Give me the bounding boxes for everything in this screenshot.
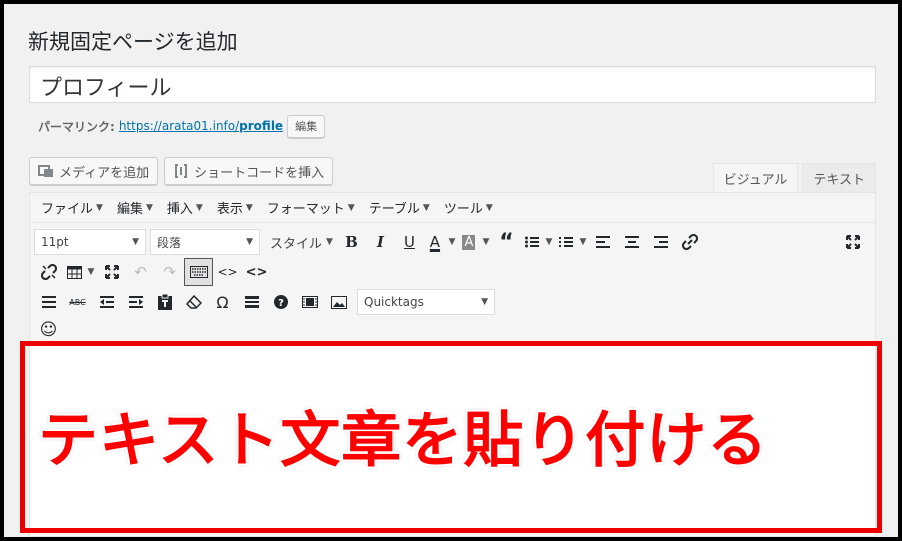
chevron-down-icon: ▼: [145, 202, 153, 213]
editor-tabs: ビジュアル テキスト: [712, 163, 876, 193]
chevron-down-icon: ▼: [481, 297, 488, 307]
numbered-list-icon[interactable]: [555, 228, 577, 256]
editor-toolbar: 11pt ▼ 段落 ▼ スタイル ▼ B I U A ▼ A ▼ “ ▼ ▼ ▼…: [30, 223, 875, 343]
add-media-label: メディアを追加: [59, 165, 150, 181]
menu-table[interactable]: テーブル ▼: [362, 198, 437, 217]
strikethrough-icon[interactable]: ABC: [63, 288, 92, 316]
indent-icon[interactable]: [121, 288, 150, 316]
add-media-button[interactable]: メディアを追加: [29, 157, 159, 185]
menu-table-label: テーブル: [368, 202, 420, 217]
insert-shortcode-label: ショートコードを挿入: [194, 165, 325, 181]
font-size-select[interactable]: 11pt ▼: [34, 229, 146, 255]
media-buttons: メディアを追加 ショートコードを挿入: [29, 157, 334, 185]
background-color-caret-icon[interactable]: ▼: [480, 237, 492, 247]
align-center-icon[interactable]: [618, 228, 647, 256]
menu-view-label: 表示: [216, 202, 243, 217]
tab-text[interactable]: テキスト: [802, 163, 876, 193]
page-break-icon[interactable]: [237, 288, 266, 316]
code-block-icon[interactable]: <>: [242, 258, 271, 286]
bullet-list-caret-icon[interactable]: ▼: [543, 237, 555, 247]
clear-formatting-icon[interactable]: [179, 288, 208, 316]
code-icon[interactable]: <>: [213, 258, 242, 286]
table-icon[interactable]: [63, 258, 85, 286]
menu-format-label: フォーマット: [266, 202, 345, 217]
chevron-down-icon: ▼: [246, 237, 253, 247]
toolbar-row-2: ▼ ↶ ↷ <> <>: [34, 257, 871, 287]
toolbar-row-1: 11pt ▼ 段落 ▼ スタイル ▼ B I U A ▼ A ▼ “ ▼ ▼: [34, 227, 871, 257]
svg-text:?: ?: [278, 298, 284, 309]
styles-label: スタイル: [270, 236, 323, 252]
menu-insert[interactable]: 挿入 ▼: [160, 198, 210, 217]
background-color-letter: A: [462, 234, 476, 250]
chevron-down-icon: ▼: [195, 202, 203, 213]
menu-tools[interactable]: ツール ▼: [437, 198, 500, 217]
chevron-down-icon: ▼: [245, 202, 253, 213]
chevron-down-icon: ▼: [132, 237, 139, 247]
bullet-list-icon[interactable]: [521, 228, 543, 256]
italic-button[interactable]: I: [366, 228, 395, 256]
underline-button[interactable]: U: [395, 228, 424, 256]
keyboard-toolbar-toggle-icon[interactable]: [184, 258, 213, 286]
permalink-row: パーマリンク: https://arata01.info/profile 編集: [38, 114, 326, 138]
quicktags-value: Quicktags: [364, 295, 424, 309]
redo-icon[interactable]: ↷: [155, 258, 184, 286]
toolbar-row-3: ABC Ω ? Quicktags ▼: [34, 287, 871, 317]
undo-icon[interactable]: ↶: [126, 258, 155, 286]
align-left-icon[interactable]: [589, 228, 618, 256]
menu-edit-label: 編集: [116, 202, 143, 217]
permalink-slug: profile: [239, 119, 284, 133]
permalink-url[interactable]: https://arata01.info/profile: [119, 119, 283, 133]
numbered-list-caret-icon[interactable]: ▼: [577, 237, 589, 247]
outdent-icon[interactable]: [92, 288, 121, 316]
link-icon[interactable]: [676, 228, 705, 256]
align-justify-icon[interactable]: [34, 288, 63, 316]
image-icon[interactable]: [324, 288, 353, 316]
fullscreen-icon[interactable]: [838, 228, 867, 256]
block-format-value: 段落: [157, 235, 182, 250]
menu-view[interactable]: 表示 ▼: [210, 198, 260, 217]
help-icon[interactable]: ?: [266, 288, 295, 316]
permalink-label: パーマリンク:: [38, 119, 115, 134]
chevron-down-icon: ▼: [422, 202, 430, 213]
menu-file[interactable]: ファイル ▼: [34, 198, 110, 217]
special-character-icon[interactable]: Ω: [208, 288, 237, 316]
background-color-button[interactable]: A: [458, 228, 480, 256]
emoji-icon[interactable]: ☺: [34, 316, 63, 344]
menu-file-label: ファイル: [41, 202, 94, 217]
menu-tools-label: ツール: [443, 202, 483, 217]
text-color-caret-icon[interactable]: ▼: [446, 237, 458, 247]
text-color-button[interactable]: A: [424, 228, 446, 256]
distraction-free-icon[interactable]: [97, 258, 126, 286]
table-caret-icon[interactable]: ▼: [85, 267, 97, 277]
post-title-input[interactable]: プロフィール: [29, 66, 876, 103]
unlink-icon[interactable]: [34, 258, 63, 286]
media-icon: [38, 163, 54, 179]
styles-dropdown[interactable]: スタイル ▼: [264, 233, 337, 252]
paste-as-text-icon[interactable]: [150, 288, 179, 316]
tab-visual[interactable]: ビジュアル: [712, 163, 799, 193]
shortcode-icon: [173, 163, 189, 179]
bold-button[interactable]: B: [337, 228, 366, 256]
permalink-url-base: https://arata01.info/: [118, 119, 240, 133]
toolbar-row-4: ☺: [34, 317, 871, 343]
chevron-down-icon: ▼: [96, 202, 103, 213]
permalink-edit-button[interactable]: 編集: [287, 114, 326, 138]
annotation-text: テキスト文章を貼り付ける: [38, 406, 769, 476]
menu-format[interactable]: フォーマット ▼: [260, 198, 362, 217]
insert-shortcode-button[interactable]: ショートコードを挿入: [164, 157, 334, 185]
video-icon[interactable]: [295, 288, 324, 316]
block-format-select[interactable]: 段落 ▼: [150, 229, 260, 255]
chevron-down-icon: ▼: [485, 202, 493, 213]
chevron-down-icon: ▼: [326, 237, 333, 247]
blockquote-icon[interactable]: “: [492, 228, 521, 256]
align-right-icon[interactable]: [647, 228, 676, 256]
editor-menubar: ファイル ▼ 編集 ▼ 挿入 ▼ 表示 ▼ フォーマット ▼ テーブル ▼ ツール ▼: [30, 193, 875, 223]
menu-insert-label: 挿入: [166, 202, 193, 217]
chevron-down-icon: ▼: [347, 202, 355, 213]
quicktags-select[interactable]: Quicktags ▼: [357, 289, 495, 315]
font-size-value: 11pt: [41, 235, 69, 249]
menu-edit[interactable]: 編集 ▼: [110, 198, 160, 217]
window-frame: 新規固定ページを追加 プロフィール パーマリンク: https://arata0…: [4, 4, 898, 537]
page-title: 新規固定ページを追加: [28, 30, 238, 54]
